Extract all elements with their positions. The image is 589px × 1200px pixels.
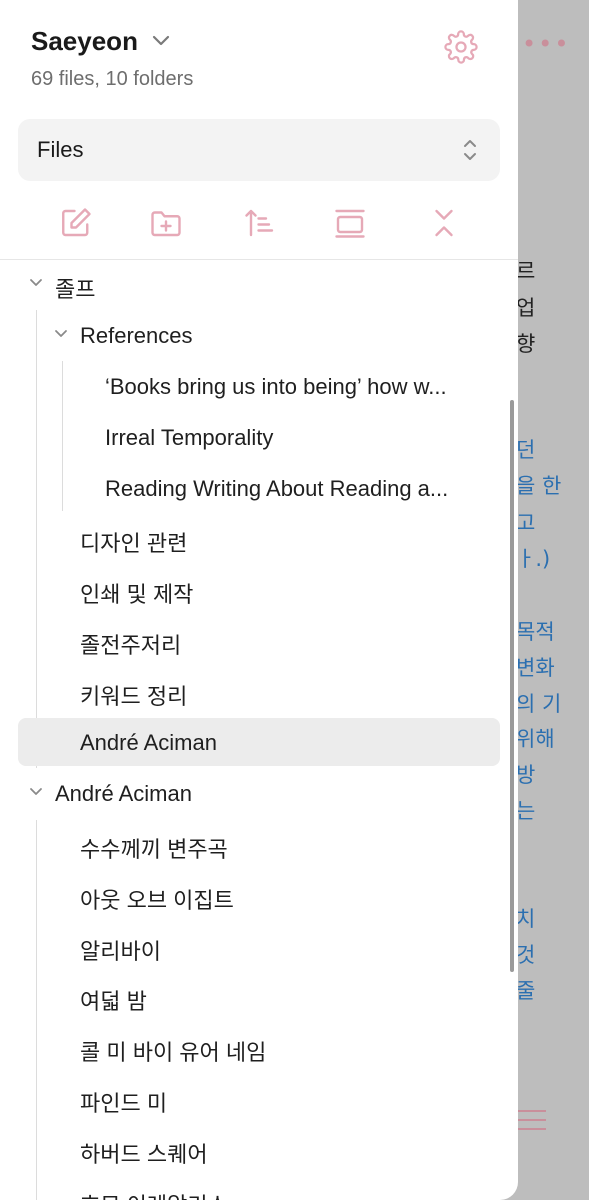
tree-file-label: 인쇄 및 제작 bbox=[80, 582, 194, 607]
tree-file[interactable]: 키워드 정리 bbox=[0, 667, 518, 717]
tree-file-label: André Aciman bbox=[80, 730, 217, 755]
editor-link-fragment: 방 bbox=[516, 763, 536, 787]
collapse-all-icon[interactable] bbox=[426, 205, 462, 241]
tree-file[interactable]: ‘Books bring us into being’ how w... bbox=[0, 362, 518, 412]
tree-file-label: 수수께끼 변주곡 bbox=[80, 837, 228, 862]
menu-icon[interactable] bbox=[518, 1110, 546, 1137]
tree-file-label: 졸전주저리 bbox=[80, 633, 182, 658]
editor-text-fragment: 향 bbox=[516, 332, 536, 356]
editor-link-fragment: 치 bbox=[516, 907, 536, 931]
editor-link-fragment: 줄 bbox=[516, 979, 536, 1003]
editor-link-fragment: ㅏ.) bbox=[516, 547, 551, 571]
tree-folder-references[interactable]: References bbox=[0, 311, 518, 361]
new-note-icon[interactable] bbox=[58, 205, 94, 241]
more-options-icon[interactable]: ••• bbox=[522, 30, 570, 58]
file-tree: 졸프 References ‘Books bring us into being… bbox=[0, 260, 518, 1200]
editor-text-fragment: 업 bbox=[516, 296, 536, 320]
tree-file[interactable]: 수수께끼 변주곡 bbox=[0, 820, 518, 870]
tree-file-label: 아웃 오브 이집트 bbox=[80, 888, 234, 913]
editor-link-fragment: 목적 bbox=[516, 620, 555, 644]
tree-file[interactable]: 하버드 스퀘어 bbox=[0, 1125, 518, 1175]
tree-file-label: 파인드 미 bbox=[80, 1091, 168, 1116]
tree-file[interactable]: Reading Writing About Reading a... bbox=[0, 464, 518, 514]
tree-file-label: Reading Writing About Reading a... bbox=[105, 476, 449, 501]
tree-file-label: 하버드 스퀘어 bbox=[80, 1142, 208, 1167]
tree-file[interactable]: Irreal Temporality bbox=[0, 413, 518, 463]
editor-link-fragment: 위해 bbox=[516, 727, 555, 751]
view-selector-label: Files bbox=[37, 137, 84, 162]
view-selector[interactable]: Files bbox=[18, 119, 500, 181]
vault-stats: 69 files, 10 folders bbox=[31, 68, 194, 90]
tree-file-label: 디자인 관련 bbox=[80, 531, 188, 556]
tree-file-label: ‘Books bring us into being’ how w... bbox=[105, 374, 447, 399]
tree-file[interactable]: 파인드 미 bbox=[0, 1074, 518, 1124]
scrollbar[interactable] bbox=[510, 400, 514, 972]
sort-icon[interactable] bbox=[242, 205, 278, 241]
chevron-down-icon bbox=[30, 279, 42, 286]
editor-text-fragment: 르 bbox=[516, 259, 536, 283]
tree-file-active[interactable]: André Aciman bbox=[0, 718, 518, 768]
editor-link-fragment: 고 bbox=[516, 511, 536, 535]
tree-file[interactable]: 디자인 관련 bbox=[0, 514, 518, 564]
vault-name[interactable]: Saeyeon bbox=[31, 26, 138, 57]
tree-file[interactable]: 인쇄 및 제작 bbox=[0, 565, 518, 615]
tree-file-label: 키워드 정리 bbox=[80, 684, 188, 709]
chevron-down-icon bbox=[30, 788, 42, 795]
tree-file[interactable]: 졸전주저리 bbox=[0, 616, 518, 666]
editor-link-fragment: 던 bbox=[516, 438, 536, 462]
editor-link-fragment: 변화 bbox=[516, 656, 555, 680]
tree-folder-label: References bbox=[80, 323, 193, 348]
tree-file[interactable]: 호모 이레알리스 bbox=[0, 1176, 518, 1200]
tree-file-label: 알리바이 bbox=[80, 939, 161, 964]
chevron-down-icon[interactable] bbox=[151, 34, 171, 48]
file-explorer-drawer: Saeyeon 69 files, 10 folders Files 졸프 Re… bbox=[0, 0, 518, 1200]
tree-folder-jolpeu[interactable]: 졸프 bbox=[0, 260, 518, 310]
tree-file[interactable]: 알리바이 bbox=[0, 922, 518, 972]
tree-file-label: 여덟 밤 bbox=[80, 989, 147, 1014]
tree-folder-label: André Aciman bbox=[55, 781, 192, 806]
tree-file-label: Irreal Temporality bbox=[105, 425, 274, 450]
editor-link-fragment: 것 bbox=[516, 943, 536, 967]
tree-file-label: 콜 미 바이 유어 네임 bbox=[80, 1040, 267, 1065]
editor-link-fragment: 을 한 bbox=[516, 474, 562, 498]
editor-link-fragment: 는 bbox=[516, 799, 536, 823]
tree-file-label: 호모 이레알리스 bbox=[80, 1188, 228, 1200]
tree-file[interactable]: 콜 미 바이 유어 네임 bbox=[0, 1023, 518, 1073]
tree-folder-andre-aciman[interactable]: André Aciman bbox=[0, 769, 518, 819]
tree-file[interactable]: 아웃 오브 이집트 bbox=[0, 871, 518, 921]
auto-reveal-icon[interactable] bbox=[332, 205, 368, 241]
tree-folder-label: 졸프 bbox=[55, 277, 96, 302]
chevron-down-icon bbox=[55, 330, 67, 337]
tree-file[interactable]: 여덟 밤 bbox=[0, 972, 518, 1022]
gear-icon[interactable] bbox=[444, 30, 478, 64]
chevron-up-down-icon bbox=[464, 140, 476, 160]
editor-link-fragment: 의 기 bbox=[516, 692, 562, 716]
new-folder-icon[interactable] bbox=[148, 205, 184, 241]
